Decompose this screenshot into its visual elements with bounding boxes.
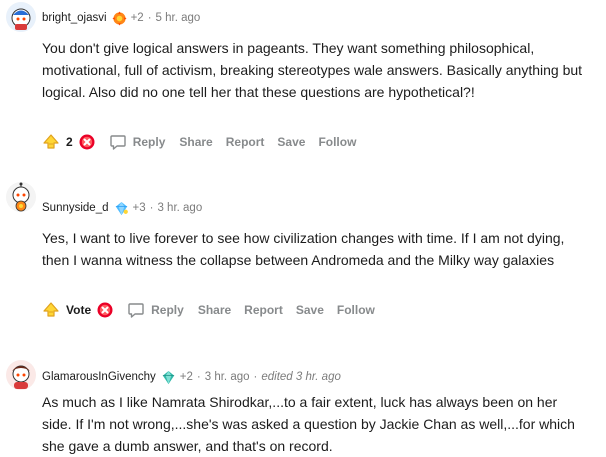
save-button[interactable]: Save [277,135,305,149]
comment-actions: 2 Reply Share Report Save Follow [42,131,369,153]
user-avatar[interactable] [6,182,36,212]
speech-bubble-icon [128,303,144,318]
crystal-flair-icon [162,370,174,384]
timestamp[interactable]: 3 hr. ago [205,371,250,383]
reply-button[interactable]: Reply [127,301,184,319]
comment-header: GlamarousInGivenchy +2 · 3 hr. ago · edi… [42,369,341,385]
speech-bubble-icon [109,135,126,150]
comment-body: You don't give logical answers in pagean… [42,40,583,100]
reply-button[interactable]: Reply [109,133,166,151]
upvote-arrow-icon[interactable] [42,301,60,319]
comment-header: bright_ojasvi +2 · 5 hr. ago [42,10,200,26]
separator-dot: · [147,12,152,24]
report-button[interactable]: Report [244,303,283,317]
separator-dot: · [196,371,201,383]
reply-label: Reply [132,135,166,149]
orange-gear-flair-icon [112,10,127,26]
separator-dot: · [253,371,258,383]
downvote-x-icon[interactable] [79,134,95,150]
karma-badge: +2 [130,12,144,24]
vote-score: 2 [66,135,73,149]
report-button[interactable]: Report [226,135,265,149]
follow-button[interactable]: Follow [318,135,356,149]
username[interactable]: Sunnyside_d [42,202,109,214]
username[interactable]: bright_ojasvi [42,12,107,24]
vote-label: Vote [66,303,92,317]
reply-label: Reply [151,303,184,317]
snoo-avatar-icon [6,360,36,390]
comment-header: Sunnyside_d +3 · 3 hr. ago [42,200,202,216]
follow-button[interactable]: Follow [337,303,375,317]
crystal-flair-icon [115,201,128,215]
karma-badge: +3 [132,202,146,214]
comment-actions: Vote Reply Share Report Save Follow [42,299,388,321]
separator-dot: · [149,202,154,214]
username[interactable]: GlamarousInGivenchy [42,371,156,383]
snoo-avatar-icon [6,182,36,212]
karma-badge: +2 [179,371,193,383]
share-button[interactable]: Share [179,135,212,149]
edited-label: edited 3 hr. ago [261,371,341,383]
comment-body: As much as I like Namrata Shirodkar,...t… [42,394,575,454]
save-button[interactable]: Save [296,303,324,317]
user-avatar[interactable] [6,2,36,32]
snoo-avatar-icon [6,2,36,32]
comment-body: Yes, I want to live forever to see how c… [42,230,565,268]
downvote-x-icon[interactable] [97,302,113,318]
share-button[interactable]: Share [198,303,231,317]
upvote-arrow-icon[interactable] [42,133,60,151]
timestamp[interactable]: 3 hr. ago [157,202,202,214]
timestamp[interactable]: 5 hr. ago [156,12,201,24]
user-avatar[interactable] [6,360,36,390]
